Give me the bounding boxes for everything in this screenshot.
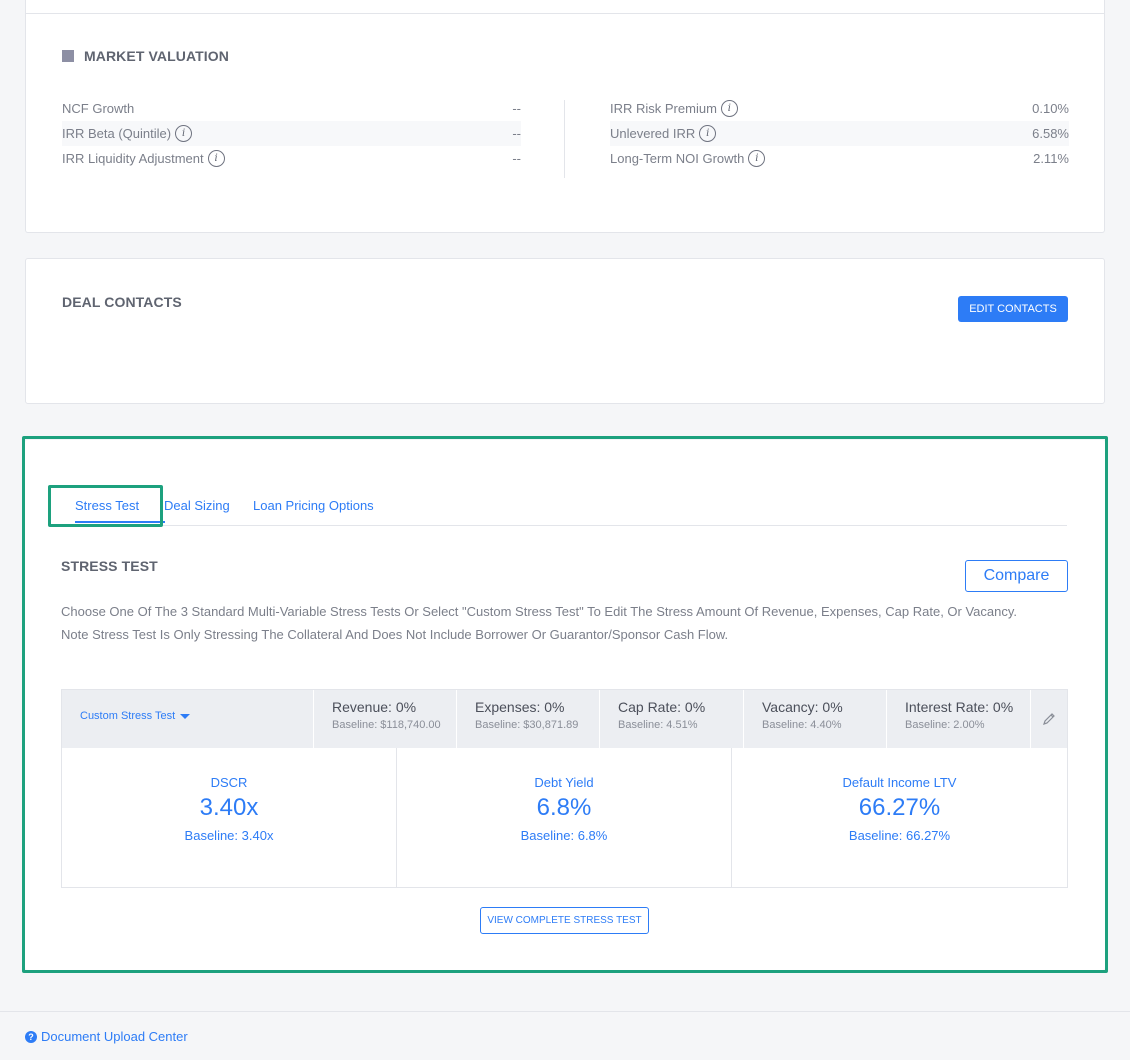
- kv-label: Long-Term NOI Growth i: [610, 150, 766, 167]
- info-icon[interactable]: i: [175, 125, 193, 142]
- metric-default-income-ltv: Default Income LTV 66.27% Baseline: 66.2…: [731, 748, 1067, 888]
- active-tab-indicator: [75, 521, 165, 523]
- stress-variables-header: Custom Stress Test Revenue: 0% Baseline:…: [62, 690, 1067, 748]
- variable-label: Cap Rate: 0%: [618, 699, 706, 715]
- market-valuation-header: MARKET VALUATION: [62, 48, 229, 64]
- stress-test-description: Choose One Of The 3 Standard Multi-Varia…: [61, 604, 1018, 619]
- info-icon[interactable]: i: [720, 100, 738, 117]
- tab-deal-sizing[interactable]: Deal Sizing: [164, 498, 230, 513]
- metric-baseline: Baseline: 66.27%: [848, 828, 951, 843]
- tab-loan-pricing-options[interactable]: Loan Pricing Options: [253, 498, 374, 513]
- footer: ? Document Upload Center: [0, 1011, 1130, 1060]
- kv-label: IRR Liquidity Adjustment i: [62, 150, 225, 167]
- variable-baseline: Baseline: 4.51%: [618, 719, 698, 731]
- stress-test-title: STRESS TEST: [61, 558, 158, 574]
- variable-baseline: Baseline: $118,740.00: [332, 719, 441, 731]
- metric-label: DSCR: [210, 775, 248, 790]
- info-icon[interactable]: i: [207, 150, 225, 167]
- metric-baseline: Baseline: 6.8%: [520, 828, 608, 843]
- kv-label: IRR Risk Premium i: [610, 100, 738, 117]
- document-upload-center-link[interactable]: ? Document Upload Center: [25, 1029, 188, 1044]
- kv-label-text: Unlevered IRR: [610, 126, 696, 141]
- kv-row: Long-Term NOI Growth i 2.11%: [610, 146, 1069, 171]
- variable-label: Expenses: 0%: [475, 699, 565, 715]
- kv-value: --: [512, 101, 521, 116]
- metric-value: 3.40x: [199, 794, 259, 821]
- kv-value: 2.11%: [1033, 151, 1069, 166]
- stress-variable-revenue[interactable]: Revenue: 0% Baseline: $118,740.00: [313, 690, 456, 748]
- kv-row: IRR Risk Premium i 0.10%: [610, 96, 1069, 121]
- variable-label: Vacancy: 0%: [762, 699, 843, 715]
- stress-test-note: Note Stress Test Is Only Stressing The C…: [61, 627, 729, 642]
- stress-variable-vacancy[interactable]: Vacancy: 0% Baseline: 4.40%: [743, 690, 886, 748]
- variable-label: Revenue: 0%: [332, 699, 417, 715]
- stress-variable-interest-rate[interactable]: Interest Rate: 0% Baseline: 2.00%: [886, 690, 1030, 748]
- pencil-icon: [1043, 713, 1055, 725]
- kv-value: --: [512, 151, 521, 166]
- section-square-icon: [62, 50, 74, 62]
- market-valuation-card: MARKET VALUATION NCF Growth -- IRR Beta …: [25, 0, 1105, 233]
- metric-baseline: Baseline: 3.40x: [184, 828, 274, 843]
- edit-stress-button[interactable]: [1030, 690, 1067, 748]
- info-icon[interactable]: i: [748, 150, 766, 167]
- kv-row: Unlevered IRR i 6.58%: [610, 121, 1069, 146]
- stress-test-selector[interactable]: Custom Stress Test: [80, 710, 191, 722]
- deal-contacts-title: DEAL CONTACTS: [62, 294, 182, 310]
- kv-value: 0.10%: [1032, 101, 1069, 116]
- divider: [26, 13, 1104, 14]
- kv-label: NCF Growth: [62, 101, 134, 116]
- tab-stress-test[interactable]: Stress Test: [75, 498, 139, 513]
- variable-baseline: Baseline: $30,871.89: [475, 719, 579, 731]
- column-divider: [564, 100, 565, 178]
- metric-value: 66.27%: [858, 794, 941, 821]
- market-valuation-right-column: IRR Risk Premium i 0.10% Unlevered IRR i 6…: [610, 96, 1069, 171]
- metric-debt-yield: Debt Yield 6.8% Baseline: 6.8%: [396, 748, 731, 888]
- variable-label: Interest Rate: 0%: [905, 699, 1014, 715]
- stress-test-card: Stress Test Deal Sizing Loan Pricing Opt…: [25, 440, 1105, 970]
- metric-label: Debt Yield: [534, 775, 594, 790]
- kv-value: --: [512, 126, 521, 141]
- variable-baseline: Baseline: 2.00%: [905, 719, 985, 731]
- edit-contacts-button[interactable]: EDIT CONTACTS: [958, 296, 1068, 322]
- stress-tabs: Stress Test Deal Sizing Loan Pricing Opt…: [61, 488, 1067, 526]
- metric-label: Default Income LTV: [842, 775, 957, 790]
- metric-value: 6.8%: [536, 794, 592, 821]
- metric-dscr: DSCR 3.40x Baseline: 3.40x: [62, 748, 396, 888]
- market-valuation-left-column: NCF Growth -- IRR Beta (Quintile) i -- IR…: [62, 96, 521, 171]
- kv-label-text: Long-Term NOI Growth: [610, 151, 745, 166]
- kv-label: IRR Beta (Quintile) i: [62, 125, 193, 142]
- footer-link-label: Document Upload Center: [41, 1029, 188, 1044]
- kv-row: NCF Growth --: [62, 96, 521, 121]
- stress-variable-expenses[interactable]: Expenses: 0% Baseline: $30,871.89: [456, 690, 599, 748]
- kv-label-text: IRR Beta (Quintile): [62, 126, 172, 141]
- compare-button[interactable]: Compare: [965, 560, 1068, 592]
- market-valuation-title: MARKET VALUATION: [84, 48, 229, 64]
- info-icon[interactable]: i: [699, 125, 717, 142]
- kv-value: 6.58%: [1032, 126, 1069, 141]
- help-icon: ?: [25, 1030, 37, 1043]
- view-complete-stress-test-button[interactable]: VIEW COMPLETE STRESS TEST: [480, 907, 649, 934]
- caret-down-icon: [180, 713, 191, 719]
- kv-label-text: IRR Risk Premium: [610, 101, 717, 116]
- deal-contacts-card: DEAL CONTACTS EDIT CONTACTS: [25, 258, 1105, 404]
- kv-label: Unlevered IRR i: [610, 125, 717, 142]
- stress-test-table: Custom Stress Test Revenue: 0% Baseline:…: [61, 689, 1068, 888]
- selector-label: Custom Stress Test: [80, 710, 176, 722]
- kv-label-text: IRR Liquidity Adjustment: [62, 151, 204, 166]
- kv-row: IRR Beta (Quintile) i --: [62, 121, 521, 146]
- variable-baseline: Baseline: 4.40%: [762, 719, 842, 731]
- stress-variable-cap-rate[interactable]: Cap Rate: 0% Baseline: 4.51%: [599, 690, 743, 748]
- kv-label-text: NCF Growth: [62, 101, 135, 116]
- kv-row: IRR Liquidity Adjustment i --: [62, 146, 521, 171]
